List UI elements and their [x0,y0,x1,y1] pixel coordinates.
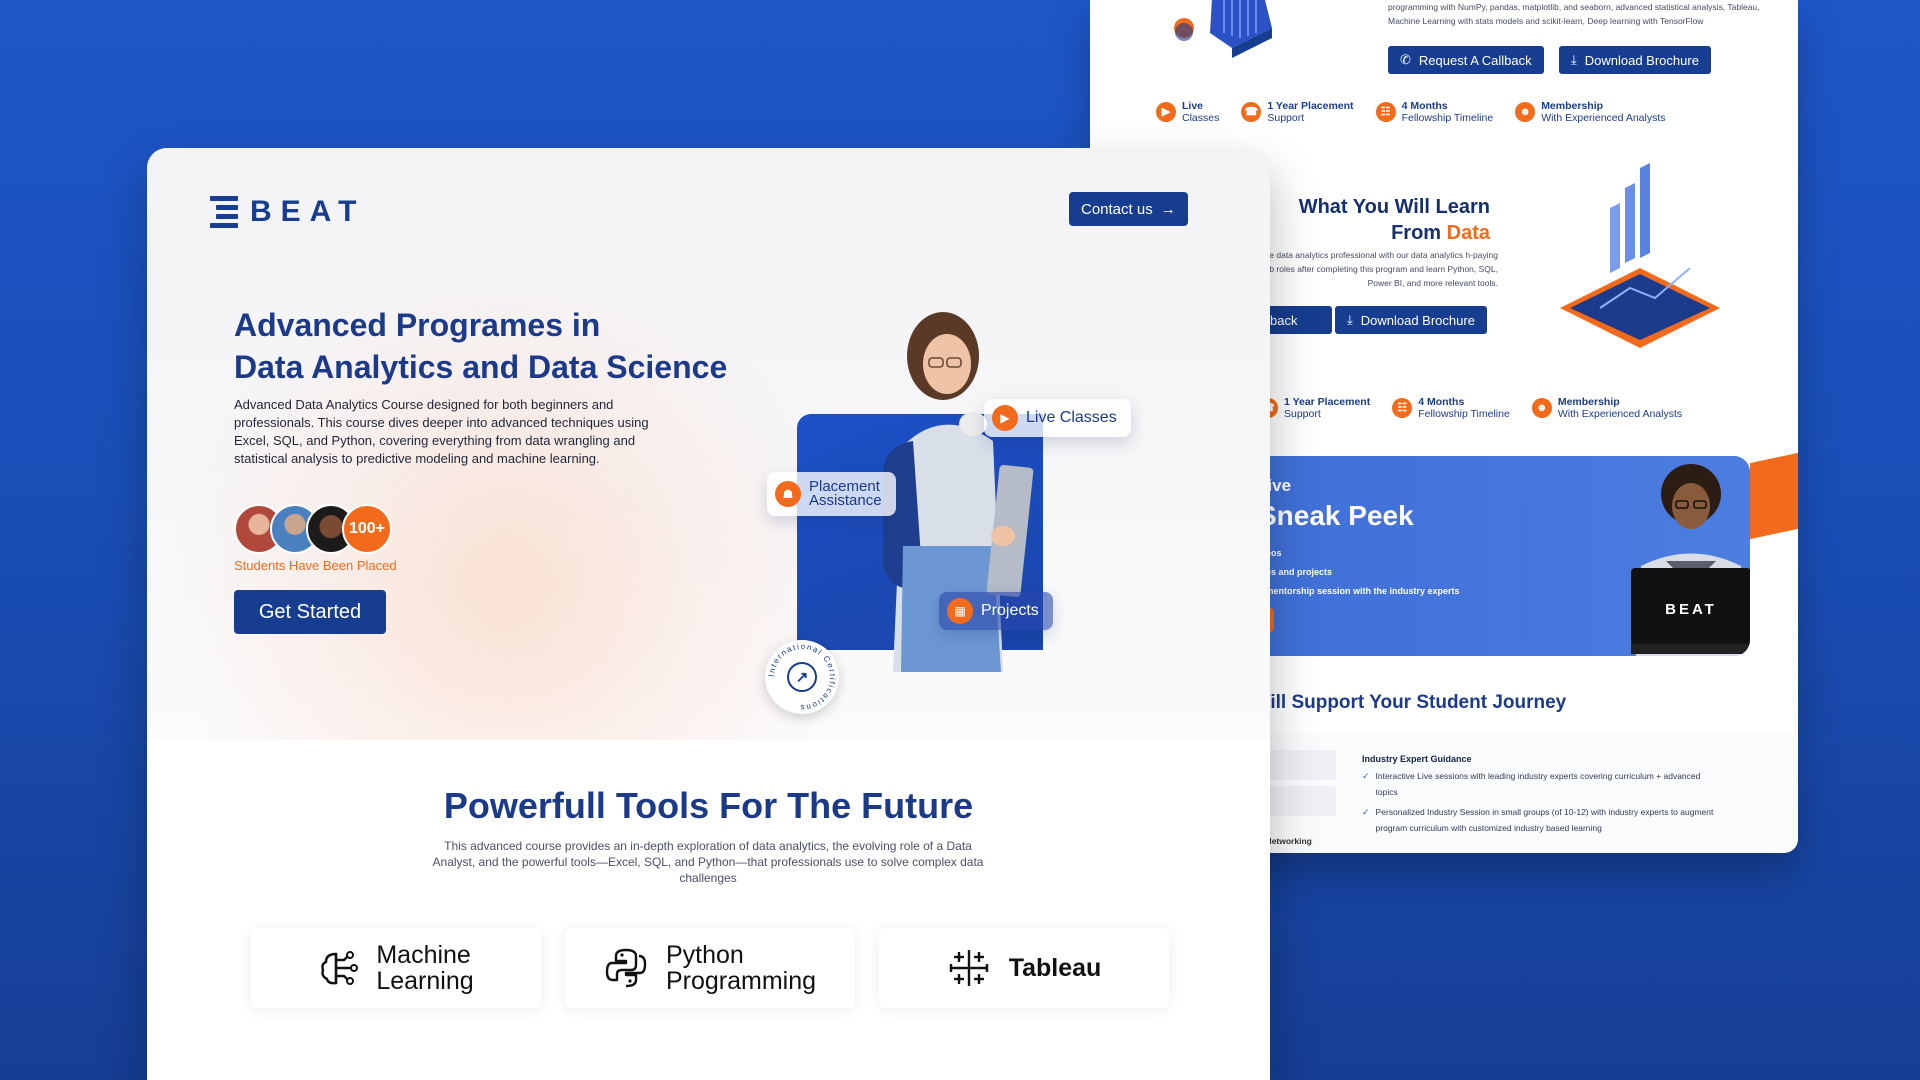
certification-badge[interactable]: International Certifications ↗ [765,640,839,714]
server-illustration [1174,0,1272,58]
calendar-icon: ☷ [1375,102,1396,122]
feature-placement-support: ☎ 1 Year PlacementSupport [1241,100,1354,124]
phone-icon: ✆ [1400,52,1411,67]
learn-download-brochure-button[interactable]: ⤓ Download Brochure [1335,306,1487,334]
analytics-laptop-illustration [1560,163,1720,348]
placed-count-badge: 100+ [342,504,392,554]
laptop-brand-text: BEAT [1665,601,1717,618]
projects-chip: ▦ Projects [939,592,1053,630]
python-icon [605,948,647,988]
live-icon: ▶ [1156,102,1176,122]
hero-title: Advanced Programes in Data Analytics and… [234,307,728,385]
front-page-preview: BEAT Contact us → Advanced Programes in … [147,148,1270,1080]
arrow-right-icon: → [1160,200,1176,218]
placed-label: Students Have Been Placed [234,558,397,573]
sneak-peek-list: ideos dies and projects e mentorship ses… [1258,548,1460,596]
feature-row-top: ▶ Live Classes ☎ 1 Year Placement Support … [1156,100,1666,124]
sneak-peek-banner: sive Sneak Peek ideos dies and projects … [1258,456,1750,656]
journey-item: ✓ Interactive Live sessions with leading… [1362,768,1722,800]
download-icon: ⤓ [1571,52,1577,67]
check-circle-icon: ✓ [1362,807,1370,817]
request-callback-button[interactable]: ✆ Request A Callback [1388,46,1544,74]
logo-mark-icon [210,196,238,228]
feature-membership: ☻ Membership With Experienced Analysts [1531,396,1682,420]
check-circle-icon: ✓ [1362,771,1370,781]
download-icon: ⤓ [1347,312,1353,327]
arrow-up-right-icon: ↗ [787,662,817,692]
brain-circuit-icon [321,951,359,985]
brand-logo[interactable]: BEAT [210,195,365,229]
briefcase-icon: ☗ [775,481,801,507]
hero-visual: ▶ Live Classes ☗ Placement Assistance ▦ P… [747,306,1177,714]
tool-name: Tableau [1008,954,1102,982]
feature-row-mid: ☎ 1 Year PlacementSupport ☷ 4 MonthsFell… [1258,396,1682,420]
decorative-orange-strip [1750,452,1798,540]
journey-details: Industry Expert Guidance ✓ Interactive L… [1362,754,1722,840]
contact-us-button[interactable]: Contact us → [1069,192,1188,226]
tableau-icon [949,950,988,986]
download-brochure-button[interactable]: ⤓ Download Brochure [1559,46,1711,74]
live-icon: ▶ [992,405,1018,431]
tool-card-python[interactable]: Python Programming [565,928,855,1008]
folder-icon: ▦ [947,598,973,624]
student-avatars: 100+ [234,504,392,554]
hero-description: Advanced Data Analytics Course designed … [234,397,649,466]
journey-item: ✓ Personalized Industry Session in small… [1362,804,1722,836]
tool-name: Python Programming [665,941,817,995]
live-classes-chip: ▶ Live Classes [984,399,1131,437]
feature-live-classes: ▶ Live Classes [1156,100,1219,124]
calendar-icon: ☷ [1392,398,1413,418]
tools-section-description: This advanced course provides an in-dept… [432,839,984,885]
learn-title: What You Will Learn From Data [1298,196,1490,244]
support-icon: ☎ [1241,102,1262,122]
users-icon: ☻ [1515,102,1536,122]
journey-title: Vill Support Your Student Journey [1258,692,1567,713]
brand-name: BEAT [250,195,366,228]
feature-fellowship: ☷ 4 Months Fellowship Timeline [1392,396,1510,420]
tools-list: Machine Learning Python Programming Tabl… [251,928,1169,1008]
users-icon: ☻ [1531,398,1552,418]
feature-membership: ☻ Membership With Experienced Analysts [1515,100,1666,124]
program-description: programming with NumPy, pandas, matplotl… [1388,2,1760,26]
feature-placement-support: ☎ 1 Year PlacementSupport [1258,396,1370,420]
learn-text: ne data analytics professional with our … [1262,250,1498,288]
journey-heading: Industry Expert Guidance [1362,754,1472,764]
person-with-laptop-illustration: BEAT [1631,464,1750,656]
sneak-peek-title: sive Sneak Peek [1258,476,1414,531]
tool-name: Machine Learning [376,941,474,995]
tools-section-title: Powerfull Tools For The Future [443,785,974,826]
journey-card: d Networking Industry Expert Guidance ✓ … [1258,734,1798,853]
tool-card-tableau[interactable]: Tableau [879,928,1169,1008]
feature-fellowship: ☷ 4 Months Fellowship Timeline [1375,100,1493,124]
tool-card-machine-learning[interactable]: Machine Learning [251,928,541,1008]
placement-assistance-chip: ☗ Placement Assistance [767,472,896,516]
get-started-button[interactable]: Get Started [234,590,386,634]
